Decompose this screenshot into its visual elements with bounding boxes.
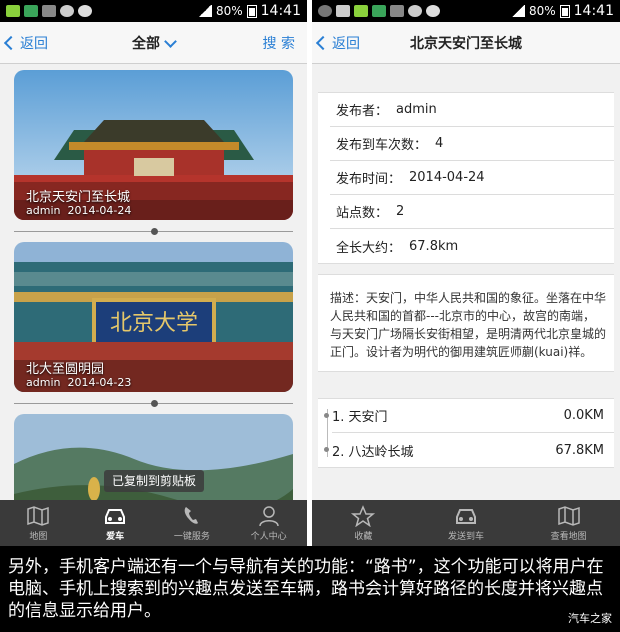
tab-profile[interactable]: 个人中心 [230, 500, 307, 546]
image-icon [390, 5, 404, 17]
watermark: 汽车之家 [568, 612, 612, 625]
route-meta: admin 2014-04-24 [26, 204, 131, 217]
info-value: admin [396, 102, 437, 117]
clock: 14:41 [573, 3, 614, 19]
action-label: 收藏 [354, 531, 373, 542]
wechat-icon [426, 5, 440, 17]
wechat-icon [78, 5, 92, 17]
info-label: 站点数： [336, 206, 389, 221]
tab-map[interactable]: 地图 [0, 500, 77, 546]
card-divider [14, 400, 293, 407]
car-icon [105, 508, 126, 524]
star-icon [351, 504, 376, 527]
clock: 14:41 [260, 3, 301, 19]
view-map-button[interactable]: 查看地图 [517, 500, 620, 546]
info-row-stop-count: 站点数： 2 [330, 195, 614, 229]
left-phone-screen: 80% 14:41 返回 全部 搜 索 北京天安门至长城 admin 2014-… [0, 0, 307, 546]
route-author: admin [26, 376, 61, 389]
app-notification-icon [354, 5, 368, 17]
tab-label: 个人中心 [250, 531, 287, 542]
info-value: 4 [435, 136, 444, 151]
stop-dot-icon [324, 413, 329, 418]
weather-icon [408, 5, 422, 17]
status-bar: 80% 14:41 [312, 0, 620, 22]
info-label: 全长大约： [336, 240, 402, 256]
stop-item[interactable]: 2. 八达岭长城 67.8KM [324, 433, 614, 467]
info-value: 67.8km [409, 238, 459, 254]
stop-name: 2. 八达岭长城 [332, 444, 414, 460]
filter-title[interactable]: 全部 [132, 33, 160, 53]
tab-label: 爱车 [106, 531, 125, 542]
favorite-button[interactable]: 收藏 [312, 500, 415, 546]
info-row-total-length: 全长大约： 67.8km [330, 229, 614, 263]
image-icon [42, 5, 56, 17]
weather-icon [60, 5, 74, 17]
route-info-list: 发布者： admin 发布到车次数： 4 发布时间： 2014-04-24 站点数： 2… [318, 92, 614, 264]
info-value: 2014-04-24 [409, 170, 485, 185]
stop-distance: 67.8KM [555, 442, 604, 458]
route-date: 2014-04-23 [67, 376, 132, 389]
page-title: 北京天安门至长城 [410, 36, 522, 52]
action-bar: 收藏 发送到车 查看地图 [312, 500, 620, 546]
action-label: 发送到车 [448, 531, 485, 542]
battery-percent: 80% [215, 4, 243, 18]
info-row-send-count: 发布到车次数： 4 [330, 127, 614, 161]
route-date: 2014-04-24 [67, 204, 132, 217]
map-icon [557, 505, 580, 526]
route-card[interactable]: 北京天安门至长城 admin 2014-04-24 [14, 70, 293, 220]
signal-icon [510, 5, 525, 17]
route-author: admin [26, 204, 61, 217]
route-description: 描述：天安门，中华人民共和国的象征。坐落在中华人民共和国的首都---北京市的中心… [318, 274, 614, 372]
action-label: 查看地图 [550, 531, 587, 542]
battery-icon [559, 4, 570, 18]
info-label: 发布到车次数： [336, 138, 428, 153]
battery-percent: 80% [528, 4, 556, 18]
tab-one-key-service[interactable]: 一键服务 [154, 500, 231, 546]
user-icon [258, 505, 279, 526]
car-icon [456, 508, 476, 524]
navigation-bar: 返回 北京天安门至长城 [312, 22, 620, 64]
route-title: 北大至圆明园 [26, 362, 105, 377]
info-row-publisher: 发布者： admin [330, 93, 614, 127]
route-card[interactable]: 北京大学 北大至圆明园 admin 2014-04-23 [14, 242, 293, 392]
stop-distance: 0.0KM [563, 408, 604, 423]
route-meta: admin 2014-04-23 [26, 376, 131, 389]
signal-icon [197, 5, 212, 17]
stop-item[interactable]: 1. 天安门 0.0KM [324, 399, 614, 433]
search-button[interactable]: 搜 索 [263, 22, 295, 64]
tab-label: 一键服务 [173, 531, 210, 542]
app-notification-icon [372, 5, 386, 17]
copied-toast: 已复制到剪贴板 [104, 470, 205, 492]
status-bar: 80% 14:41 [0, 0, 307, 22]
right-phone-screen: 80% 14:41 返回 北京天安门至长城 发布者： admin 发布到车次数： 4… [312, 0, 620, 546]
location-icon [318, 5, 332, 17]
map-icon [27, 505, 50, 526]
chevron-down-icon[interactable] [164, 34, 177, 48]
card-divider [14, 228, 293, 235]
tab-label: 地图 [29, 531, 48, 542]
info-row-publish-time: 发布时间： 2014-04-24 [330, 161, 614, 195]
send-to-car-button[interactable]: 发送到车 [415, 500, 518, 546]
info-label: 发布者： [336, 104, 389, 119]
stop-name: 1. 天安门 [332, 410, 388, 425]
stop-list: 1. 天安门 0.0KM 2. 八达岭长城 67.8KM [318, 398, 614, 468]
info-label: 发布时间： [336, 172, 402, 187]
app-notification-icon [6, 5, 20, 17]
tab-my-car[interactable]: 爱车 [77, 500, 154, 546]
stop-dot-icon [324, 447, 329, 452]
svg-text:北京大学: 北京大学 [110, 311, 198, 336]
info-value: 2 [396, 204, 405, 219]
wifi-icon [336, 5, 350, 17]
caption-text: 另外，手机客户端还有一个与导航有关的功能：“路书”，这个功能可以将用户在电脑、手… [0, 546, 620, 632]
route-title: 北京天安门至长城 [26, 190, 131, 205]
tab-bar: 地图 爱车 一键服务 个人中心 [0, 500, 307, 546]
phone-icon [184, 506, 198, 524]
app-notification-icon [24, 5, 38, 17]
navigation-bar: 返回 全部 搜 索 [0, 22, 307, 64]
battery-icon [246, 4, 257, 18]
